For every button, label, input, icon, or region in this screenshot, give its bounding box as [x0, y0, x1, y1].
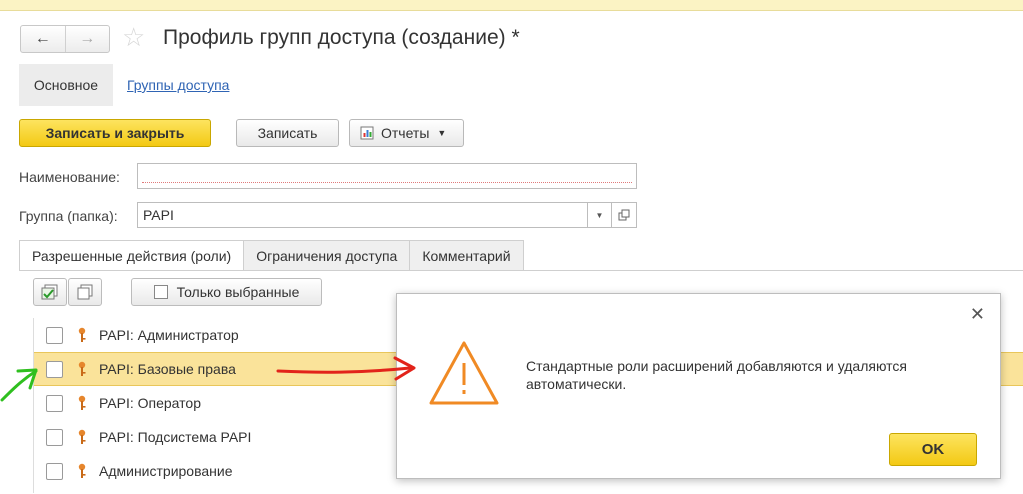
star-icon[interactable]: ☆ [122, 22, 145, 53]
tab-access-groups[interactable]: Группы доступа [127, 77, 229, 93]
roles-tabs: Разрешенные действия (роли) Ограничения … [19, 240, 524, 271]
key-icon [75, 463, 89, 479]
group-open-button[interactable] [611, 202, 637, 228]
role-label: PAPI: Базовые права [99, 361, 236, 377]
nav-buttons: ← → [20, 25, 110, 53]
checkbox-icon [153, 285, 168, 299]
tab-comment[interactable]: Комментарий [409, 240, 524, 271]
check-all-icon [41, 284, 58, 300]
warning-icon [429, 341, 499, 405]
arrow-right-icon: → [79, 30, 96, 47]
only-selected-label: Только выбранные [176, 284, 300, 300]
role-checkbox[interactable] [46, 360, 63, 378]
only-selected-button[interactable]: Только выбранные [131, 278, 322, 306]
reports-button[interactable]: Отчеты ▼ [349, 119, 464, 147]
chevron-down-icon: ▼ [595, 210, 604, 220]
group-value: PAPI [143, 207, 174, 223]
tab-allowed-actions[interactable]: Разрешенные действия (роли) [19, 240, 245, 271]
ok-button[interactable]: OK [889, 433, 977, 466]
group-field[interactable]: PAPI [137, 202, 588, 228]
role-checkbox[interactable] [46, 394, 63, 412]
key-icon [75, 361, 89, 377]
check-all-button[interactable] [33, 278, 67, 306]
group-label: Группа (папка): [19, 208, 118, 224]
role-checkbox[interactable] [46, 462, 63, 480]
uncheck-all-icon [77, 284, 93, 300]
save-button[interactable]: Записать [236, 119, 339, 147]
dialog-message: Стандартные роли расширений добавляются … [526, 358, 908, 392]
role-checkbox[interactable] [46, 428, 63, 446]
warning-dialog: ✕ Стандартные роли расширений добавляютс… [396, 293, 1001, 479]
role-checkbox[interactable] [46, 326, 63, 344]
uncheck-all-button[interactable] [68, 278, 102, 306]
chevron-down-icon: ▼ [437, 128, 447, 138]
key-icon [75, 327, 89, 343]
role-label: PAPI: Администратор [99, 327, 239, 343]
page-title: Профиль групп доступа (создание) * [163, 26, 520, 49]
name-label: Наименование: [19, 169, 120, 185]
close-icon[interactable]: ✕ [970, 304, 985, 325]
role-label: PAPI: Оператор [99, 395, 201, 411]
name-field[interactable] [137, 163, 637, 189]
back-button[interactable]: ← [21, 26, 65, 52]
tab-access-restrictions[interactable]: Ограничения доступа [243, 240, 411, 271]
arrow-left-icon: ← [34, 30, 51, 47]
role-label: Администрирование [99, 463, 233, 479]
forward-button[interactable]: → [64, 26, 110, 52]
required-underline [142, 182, 632, 183]
role-label: PAPI: Подсистема PAPI [99, 429, 252, 445]
group-dropdown-button[interactable]: ▼ [587, 202, 612, 228]
report-icon [360, 126, 374, 140]
key-icon [75, 395, 89, 411]
save-and-close-button[interactable]: Записать и закрыть [19, 119, 211, 147]
tab-main[interactable]: Основное [19, 64, 113, 106]
reports-label: Отчеты [381, 125, 430, 141]
top-strip [0, 0, 1023, 11]
open-window-icon [618, 209, 630, 221]
key-icon [75, 429, 89, 445]
